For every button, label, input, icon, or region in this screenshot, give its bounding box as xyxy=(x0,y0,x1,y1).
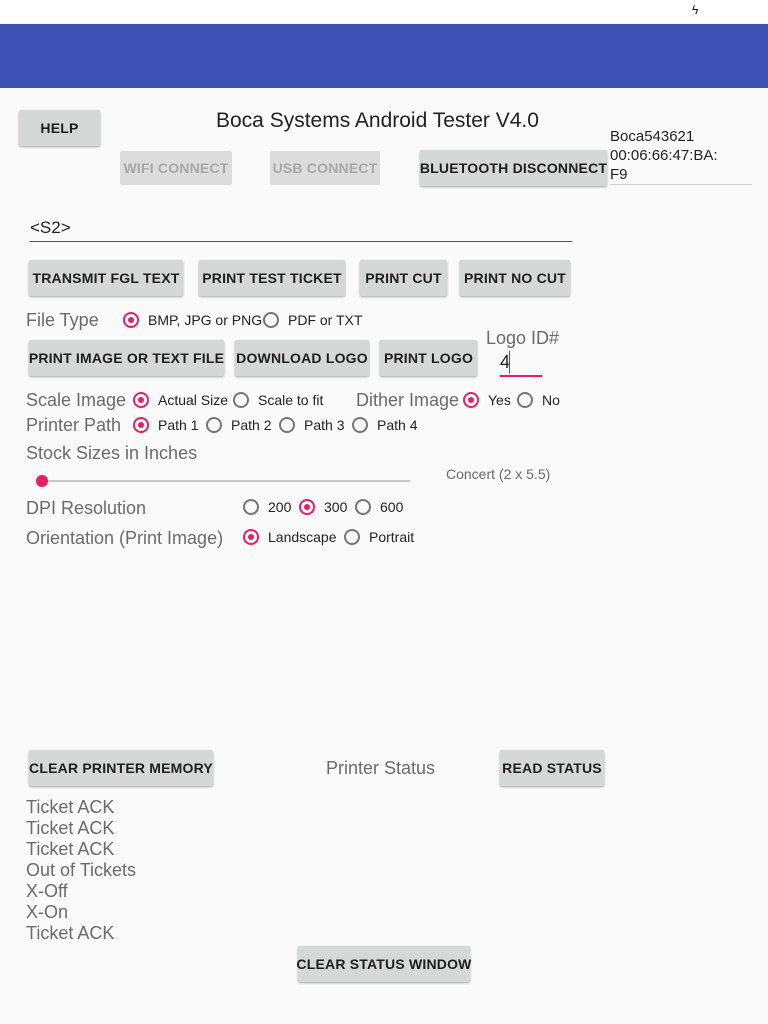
clear-printer-memory-button[interactable]: CLEAR PRINTER MEMORY xyxy=(29,750,213,786)
battery-charging-icon: ϟ xyxy=(692,3,699,17)
path-2-radio[interactable] xyxy=(206,417,222,433)
print-image-or-text-file-button[interactable]: PRINT IMAGE OR TEXT FILE xyxy=(29,340,224,376)
scale-actual-size-radio[interactable] xyxy=(133,392,149,408)
dpi-200-label: 200 xyxy=(268,499,292,515)
help-button[interactable]: HELP xyxy=(19,110,100,146)
file-type-pdf-radio[interactable] xyxy=(263,312,279,328)
orientation-landscape-radio[interactable] xyxy=(243,529,259,545)
dither-yes-radio[interactable] xyxy=(463,392,479,408)
dither-no-radio[interactable] xyxy=(517,392,533,408)
dpi-resolution-label: DPI Resolution xyxy=(26,498,147,518)
device-info: Boca543621 00:06:66:47:BA: F9 xyxy=(610,127,718,184)
transmit-fgl-text-button[interactable]: TRANSMIT FGL TEXT xyxy=(29,260,183,296)
scale-to-fit-label: Scale to fit xyxy=(258,392,324,408)
print-cut-button[interactable]: PRINT CUT xyxy=(360,260,447,296)
logo-id-label: Logo ID# xyxy=(486,328,560,348)
dither-yes-label: Yes xyxy=(488,392,511,408)
status-log-line: X-On xyxy=(26,902,69,922)
download-logo-button[interactable]: DOWNLOAD LOGO xyxy=(235,340,369,376)
wifi-connect-button[interactable]: WIFI CONNECT xyxy=(120,151,232,185)
page-title: Boca Systems Android Tester V4.0 xyxy=(216,109,539,132)
bluetooth-disconnect-button[interactable]: BLUETOOTH DISCONNECT xyxy=(420,150,607,186)
device-info-underline xyxy=(610,184,752,185)
orientation-portrait-radio[interactable] xyxy=(344,529,360,545)
fgl-text-input[interactable]: <S2> xyxy=(30,218,71,238)
print-test-ticket-button[interactable]: PRINT TEST TICKET xyxy=(199,260,345,296)
stock-size-slider-thumb[interactable] xyxy=(36,475,48,487)
file-type-image-radio[interactable] xyxy=(123,312,139,328)
read-status-button[interactable]: READ STATUS xyxy=(500,750,604,786)
dpi-300-radio[interactable] xyxy=(299,499,315,515)
path-4-label: Path 4 xyxy=(377,417,418,433)
scale-image-label: Scale Image xyxy=(26,390,127,410)
printer-path-label: Printer Path xyxy=(26,415,122,435)
clear-status-window-button[interactable]: CLEAR STATUS WINDOW xyxy=(296,946,471,982)
stock-sizes-label: Stock Sizes in Inches xyxy=(26,443,198,463)
dither-image-label: Dither Image xyxy=(356,390,460,410)
print-logo-button[interactable]: PRINT LOGO xyxy=(380,340,477,376)
file-type-image-label: BMP, JPG or PNG xyxy=(148,312,263,328)
orientation-portrait-label: Portrait xyxy=(369,529,415,545)
device-mac-line1: 00:06:66:47:BA: xyxy=(610,147,718,164)
dpi-300-label: 300 xyxy=(324,499,348,515)
path-3-label: Path 3 xyxy=(304,417,345,433)
print-no-cut-button[interactable]: PRINT NO CUT xyxy=(460,260,570,296)
printer-status-label: Printer Status xyxy=(326,758,436,778)
status-log-line: X-Off xyxy=(26,881,68,901)
usb-connect-button[interactable]: USB CONNECT xyxy=(270,151,380,185)
path-1-label: Path 1 xyxy=(158,417,199,433)
path-1-radio[interactable] xyxy=(133,417,149,433)
status-log-line: Ticket ACK xyxy=(26,839,115,859)
stock-size-slider-track[interactable] xyxy=(42,480,410,482)
path-4-radio[interactable] xyxy=(352,417,368,433)
scale-to-fit-radio[interactable] xyxy=(233,392,249,408)
device-mac-line2: F9 xyxy=(610,166,628,183)
path-3-radio[interactable] xyxy=(279,417,295,433)
status-log-line: Ticket ACK xyxy=(26,818,115,838)
file-type-pdf-label: PDF or TXT xyxy=(288,312,363,328)
scale-actual-size-label: Actual Size xyxy=(158,392,229,408)
file-type-label: File Type xyxy=(26,310,99,330)
path-2-label: Path 2 xyxy=(231,417,272,433)
device-name: Boca543621 xyxy=(610,128,695,145)
dpi-600-label: 600 xyxy=(380,499,404,515)
status-log: Ticket ACK Ticket ACK Ticket ACK Out of … xyxy=(26,797,136,944)
stock-size-value: Concert (2 x 5.5) xyxy=(446,466,551,482)
dither-no-label: No xyxy=(542,392,560,408)
status-log-line: Ticket ACK xyxy=(26,797,115,817)
orientation-landscape-label: Landscape xyxy=(268,529,337,545)
dpi-600-radio[interactable] xyxy=(355,499,371,515)
orientation-label: Orientation (Print Image) xyxy=(26,528,224,548)
fgl-input-underline xyxy=(30,241,572,242)
system-status-bar xyxy=(0,0,768,22)
logo-id-underline xyxy=(500,375,542,377)
status-log-line: Ticket ACK xyxy=(26,923,115,943)
app-bar xyxy=(0,24,768,88)
status-log-line: Out of Tickets xyxy=(26,860,137,880)
text-cursor xyxy=(509,351,510,373)
dpi-200-radio[interactable] xyxy=(243,499,259,515)
